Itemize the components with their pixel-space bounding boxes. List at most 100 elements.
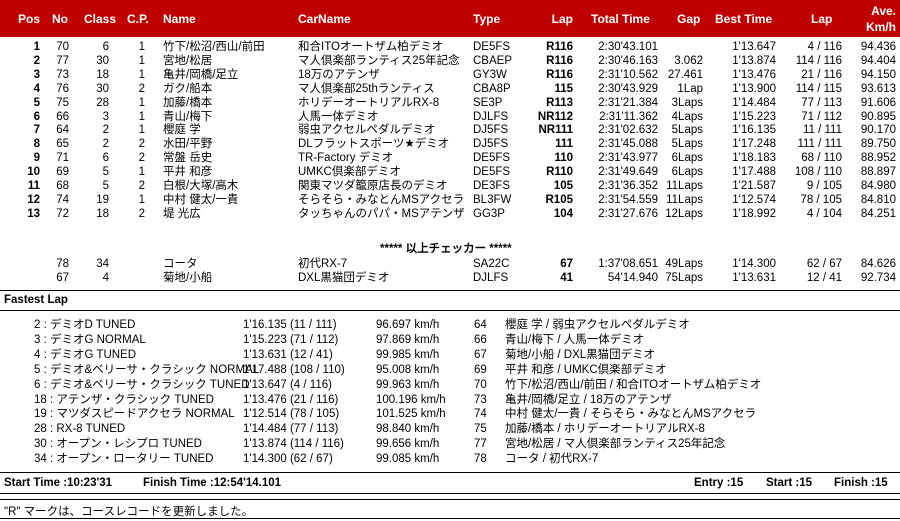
cell-gap: 5Laps: [671, 124, 703, 137]
cell-pos: 1: [33, 41, 40, 53]
fastest-no: 66: [474, 333, 487, 346]
fastest-no: 70: [474, 378, 487, 391]
cell-total-time: 2:31'02.632: [598, 124, 658, 137]
cell-lap: 41: [560, 271, 573, 284]
cell-cp: 1: [138, 166, 145, 179]
cell-pos: 7: [33, 124, 40, 137]
cell-car: 人馬一体デミオ: [298, 110, 379, 123]
fastest-driver-car: 中村 健太/一貴 / そらそら・みなとんMSアクセラ: [505, 408, 757, 421]
fastest-no: 75: [474, 423, 487, 436]
table-row: 1 70 6 1 竹下/松沼/西山/前田 和合ITOオートザム柏デミオ DE5FS R116 2…: [0, 40, 900, 54]
fastest-driver-car: 亀井/岡橋/足立 / 18万のアテンザ: [505, 393, 672, 406]
finish-count: Finish :15: [834, 477, 888, 489]
cell-class: 30: [96, 54, 109, 67]
fastest-class: 3 : デミオG NORMAL: [34, 333, 146, 346]
cell-ave: 93.613: [860, 82, 896, 95]
cell-lap: R113: [546, 96, 573, 109]
fastest-class: 2 : デミオD TUNED: [34, 319, 136, 331]
cell-no: 73: [56, 68, 69, 81]
cell-gap: 27.461: [667, 68, 703, 81]
cell-lap2: 68 / 110: [801, 152, 842, 165]
cell-gap: 49Laps: [665, 258, 703, 270]
cell-class: 6: [102, 152, 109, 165]
fastest-speed: 96.697 km/h: [376, 319, 440, 331]
cell-lap: NR111: [538, 124, 573, 137]
cell-name: 青山/梅下: [163, 110, 213, 123]
cell-best-time: 1'17.248: [732, 138, 776, 151]
cell-total-time: 2:31'21.384: [598, 96, 658, 109]
cell-lap: R110: [546, 166, 573, 179]
table-row: 8 65 2 2 水田/平野 DLフラットスポーツ★デミオ DJ5FS 111 2:31'45.…: [0, 137, 900, 151]
cell-lap2: 111 / 111: [797, 138, 842, 151]
fastest-lap-row: 6 : デミオ&ベリーサ・クラシック TUNED 1'13.647 (4 / 11…: [0, 378, 900, 393]
cell-ave: 94.150: [860, 68, 896, 81]
fastest-lap-row: 2 : デミオD TUNED 1'16.135 (11 / 111) 96.697 …: [0, 318, 900, 333]
cell-car: マ人倶楽部ランティス25年記念: [298, 54, 460, 67]
cell-total-time: 2:30'46.163: [598, 54, 658, 67]
cell-class: 19: [96, 193, 109, 206]
cell-class: 30: [96, 82, 109, 95]
fastest-class: 18 : アテンザ・クラシック TUNED: [34, 393, 214, 406]
table-row: 78 34 コータ 初代RX-7 SA22C 67 1:37'08.651 49Laps 1'1…: [0, 257, 900, 271]
cell-name: 平井 和彦: [163, 166, 213, 179]
table-row: 6 66 3 1 青山/梅下 人馬一体デミオ DJLFS NR112 2:31'11.362 4L…: [0, 110, 900, 124]
cell-total-time: 2:31'36.352: [598, 180, 658, 192]
cell-gap: 11Laps: [666, 180, 703, 192]
cell-best-time: 1'21.587: [732, 180, 776, 192]
fastest-class: 5 : デミオ&ベリーサ・クラシック NORMAL: [34, 363, 260, 376]
fastest-class: 34 : オープン・ロータリー TUNED: [34, 453, 214, 466]
fastest-driver-car: 宮地/松居 / マ人倶楽部ランティス25年記念: [505, 438, 726, 451]
cell-ave: 84.810: [860, 193, 896, 206]
cell-best-time: 1'17.488: [732, 166, 776, 179]
cell-car: 18万のアテンザ: [298, 68, 380, 81]
cell-best-time: 1'18.992: [732, 207, 776, 220]
fastest-lap-row: 5 : デミオ&ベリーサ・クラシック NORMAL 1'17.488 (108 /…: [0, 363, 900, 378]
cell-lap2: 4 / 116: [807, 41, 842, 53]
cell-lap2: 9 / 105: [806, 180, 842, 192]
cell-best-time: 1'18.183: [732, 152, 776, 165]
cell-class: 34: [96, 258, 109, 270]
fastest-no: 74: [474, 408, 487, 421]
cell-best-time: 1'12.574: [732, 193, 776, 206]
cell-ave: 84.980: [860, 180, 896, 192]
fastest-class: 30 : オープン・レシプロ TUNED: [34, 438, 202, 451]
table-row: 12 74 19 1 中村 健太/一貴 そらそら・みなとんMSアクセラ BL3FW R105 2…: [0, 193, 900, 207]
col-lap2: Lap: [811, 12, 833, 26]
cell-name: コータ: [163, 258, 198, 270]
cell-total-time: 54'14.940: [607, 271, 658, 284]
table-row: 13 72 18 2 堤 光広 タッちゃんのパパ・MSアテンザ GG3P 104 2:31'27…: [0, 207, 900, 221]
cell-gap: 3.062: [674, 54, 703, 67]
table-row: 67 4 菊地/小船 DXL黒猫団デミオ DJLFS 41 54'14.940 75Laps 1…: [0, 271, 900, 285]
cell-cp: 1: [138, 193, 145, 206]
cell-lap: R116: [546, 41, 573, 53]
cell-lap2: 21 / 116: [801, 68, 842, 81]
fastest-speed: 99.985 km/h: [376, 348, 440, 361]
fastest-no: 67: [474, 348, 487, 361]
cell-class: 5: [102, 180, 109, 192]
cell-class: 3: [102, 110, 109, 123]
cell-ave: 84.626: [860, 258, 896, 270]
cell-gap: 4Laps: [671, 110, 703, 123]
cell-car: 和合ITOオートザム柏デミオ: [298, 41, 444, 53]
fastest-speed: 99.656 km/h: [376, 438, 440, 451]
cell-no: 75: [56, 96, 69, 109]
cell-gap: 6Laps: [671, 152, 703, 165]
cell-car: TR-Factory デミオ: [298, 152, 394, 165]
cell-total-time: 2:31'10.562: [598, 68, 658, 81]
cell-pos: 4: [33, 82, 40, 95]
cell-car: 弱虫アクセルペダルデミオ: [298, 124, 436, 137]
fastest-time: 1'12.514 (78 / 105): [243, 408, 340, 421]
cell-ave: 91.606: [860, 96, 896, 109]
col-total-time: Total Time: [591, 12, 650, 26]
cell-best-time: 1'14.300: [732, 258, 776, 270]
cell-total-time: 1:37'08.651: [598, 258, 658, 270]
cell-lap: NR112: [537, 110, 573, 123]
cell-cp: 1: [138, 96, 145, 109]
start-time: Start Time :10:23'31: [4, 477, 112, 489]
cell-gap: 12Laps: [665, 207, 703, 220]
cell-car: 関東マツダ籠原店長のデミオ: [298, 180, 448, 192]
fastest-speed: 98.840 km/h: [376, 423, 440, 436]
fastest-speed: 100.196 km/h: [376, 393, 446, 406]
fastest-lap-title: Fastest Lap: [4, 294, 68, 306]
cell-cp: 2: [138, 152, 145, 165]
